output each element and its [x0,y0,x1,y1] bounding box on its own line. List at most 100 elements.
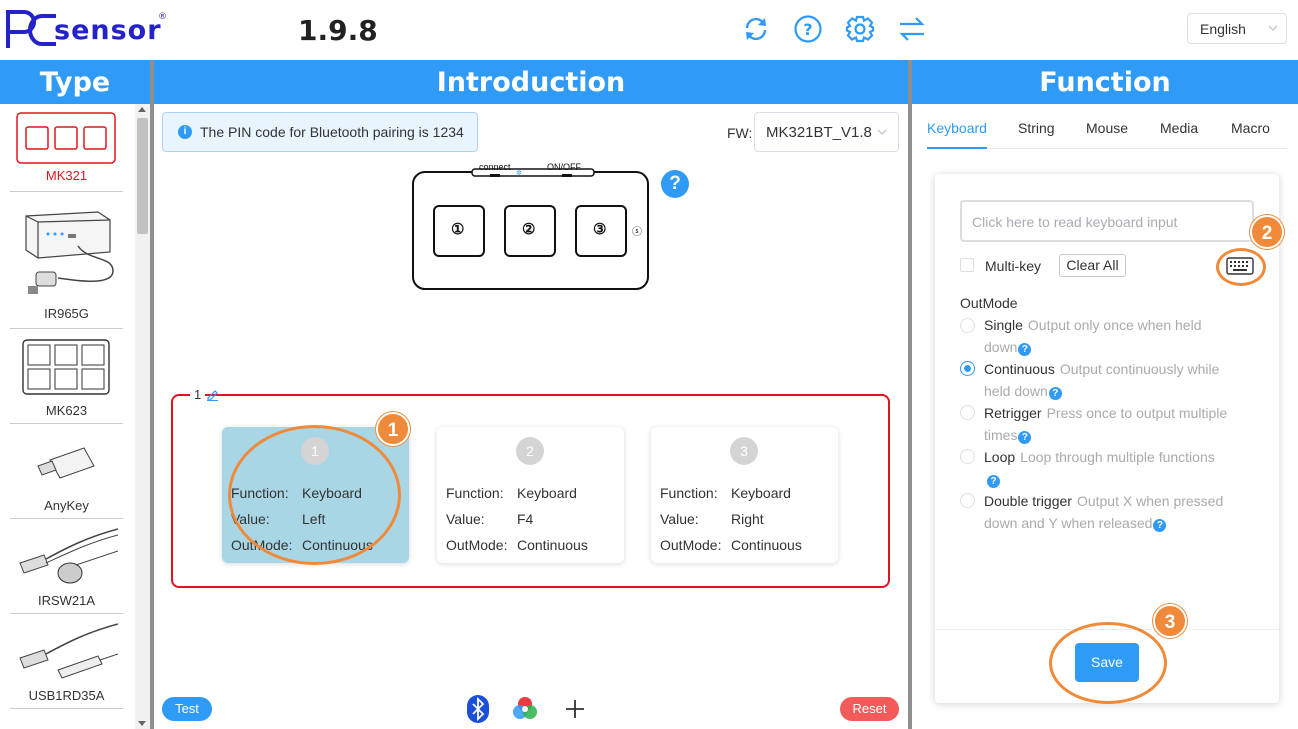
introduction-column-header: Introduction [154,60,908,104]
scroll-up-arrow-icon[interactable] [138,107,146,112]
bluetooth-icon[interactable] [464,694,492,724]
multikey-checkbox[interactable] [960,258,974,272]
svg-text:sensor: sensor [54,15,162,46]
column-divider-right[interactable] [908,60,912,729]
rgb-light-icon[interactable] [511,694,539,724]
key-card-3[interactable]: 3 Function: Keyboard Value: Right OutMode:… [651,427,838,563]
key-number-badge: 2 [516,437,544,465]
svg-text:?: ? [803,20,812,39]
option-desc: Loop through multiple functions [1020,449,1215,465]
type-label: IRSW21A [37,593,96,608]
key-outmode-value: Continuous [302,537,373,553]
pin-alert-text: The PIN code for Bluetooth pairing is 12… [200,124,464,140]
ir965g-device-icon [25,211,114,294]
reset-button[interactable]: Reset [840,697,899,721]
key-label: OutMode: [660,537,722,553]
type-item-anykey[interactable]: AnyKey [10,424,123,519]
device-key-3[interactable]: ③ [593,220,606,238]
help-icon[interactable]: ? [1018,343,1032,356]
radio-continuous[interactable] [960,361,975,376]
key-group-label: 1 [190,387,206,402]
chevron-down-icon [1268,25,1278,31]
device-side-mark: ⓢ [632,227,642,238]
test-button[interactable]: Test [162,697,212,721]
key-function-value: Keyboard [302,485,362,501]
swap-icon[interactable] [897,14,927,44]
device-diagram: ✲ connect ON/OFF ① ② ③ ⓢ [410,160,654,292]
type-item-mk623[interactable]: MK623 [10,329,123,424]
anykey-device-icon [37,447,95,479]
refresh-icon[interactable] [741,14,771,44]
option-double-trigger-line2: down and Y when released? [984,515,1167,532]
key-label: OutMode: [231,537,293,553]
connect-label: connect [479,162,511,172]
type-list: MK321 IR965G MK623 AnyKey IRSW21A USB1RD… [0,104,150,729]
fw-label: FW: [727,125,753,141]
firmware-select[interactable]: MK321BT_V1.8 [754,112,899,152]
onoff-label: ON/OFF [547,162,581,172]
device-key-2[interactable]: ② [522,220,535,238]
key-value-value: Right [731,511,764,527]
radio-single[interactable] [960,318,975,333]
key-card-1[interactable]: 1 Function: Keyboard Value: Left OutMode: C… [222,427,409,563]
radio-retrigger[interactable] [960,405,975,420]
key-label: Function: [231,485,289,501]
radio-loop[interactable] [960,449,975,464]
clear-all-button[interactable]: Clear All [1059,254,1126,277]
option-name: Double trigger [984,493,1072,509]
key-outmode-value: Continuous [731,537,802,553]
option-single-line2: down? [984,339,1032,356]
edit-icon[interactable] [206,388,219,401]
option-retrigger-line1: Retrigger Press once to output multiple [984,405,1227,421]
keyboard-input-field[interactable]: Click here to read keyboard input [960,200,1254,242]
option-continuous-line2: held down? [984,383,1062,400]
tab-string[interactable]: String [1018,120,1055,136]
usb1rd35a-device-icon [19,623,118,679]
step-badge-3: 3 [1153,604,1187,638]
option-desc: held down [984,383,1048,399]
tab-keyboard[interactable]: Keyboard [927,120,987,136]
app-version: 1.9.8 [298,14,378,47]
language-value: English [1200,21,1246,37]
key-label: Function: [660,485,718,501]
help-icon[interactable]: ? [1048,387,1062,400]
help-icon[interactable]: ? [1153,519,1167,532]
tab-media[interactable]: Media [1160,120,1198,136]
app-window: sensor ® 1.9.8 ? English Type Introducti… [0,0,1298,729]
key-card-2[interactable]: 2 Function: Keyboard Value: F4 OutMode: Con… [437,427,624,563]
mk321-device-icon [16,112,116,164]
option-retrigger-line2: times? [984,427,1032,444]
option-name: Retrigger [984,405,1042,421]
key-label: Function: [446,485,504,501]
save-button[interactable]: Save [1075,643,1139,682]
scroll-down-arrow-icon[interactable] [138,721,146,726]
svg-text:✲: ✲ [516,169,522,177]
type-list-scrollbar[interactable] [135,104,150,729]
radio-double-trigger[interactable] [960,493,975,508]
scrollbar-thumb[interactable] [137,118,148,234]
settings-icon[interactable] [845,14,875,44]
chevron-down-icon [877,129,887,135]
key-label: Value: [660,511,699,527]
language-select[interactable]: English [1187,13,1287,44]
column-divider-left[interactable] [150,60,154,729]
type-item-irsw21a[interactable]: IRSW21A [10,519,123,614]
tab-macro[interactable]: Macro [1231,120,1270,136]
type-label: MK623 [45,403,88,418]
help-icon[interactable]: ? [1018,431,1032,444]
keyboard-icon[interactable] [1226,257,1254,275]
add-icon[interactable] [561,694,589,724]
mk623-device-icon [22,339,110,395]
type-item-usb1rd35a[interactable]: USB1RD35A [10,614,123,709]
tab-mouse[interactable]: Mouse [1086,120,1128,136]
help-icon[interactable]: ? [793,14,823,44]
type-item-mk321[interactable]: MK321 [10,104,123,192]
device-help-icon[interactable]: ? [661,170,689,198]
option-double-trigger-line1: Double trigger Output X when pressed [984,493,1223,509]
device-key-1[interactable]: ① [451,220,464,238]
function-column-header: Function [912,60,1298,104]
step-badge-2: 2 [1250,215,1284,249]
help-icon[interactable]: ? [987,475,1000,488]
key-outmode-value: Continuous [517,537,588,553]
type-item-ir965g[interactable]: IR965G [10,192,123,329]
